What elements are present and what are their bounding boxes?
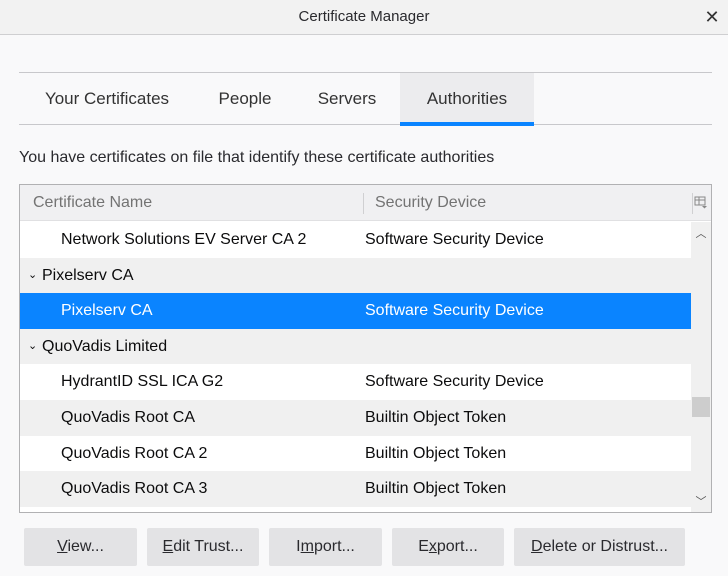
tab-people[interactable]: People — [195, 73, 295, 125]
security-device: Software Security Device — [365, 231, 544, 248]
chevron-down-icon[interactable]: ⌄ — [28, 329, 37, 365]
certificate-name: Pixelserv CA — [61, 302, 153, 320]
column-separator[interactable] — [692, 193, 693, 214]
group-row[interactable]: ⌄ Pixelserv CA — [20, 257, 691, 294]
certificate-tree[interactable]: Certificate Name Security Device Network… — [19, 184, 712, 513]
certificate-name: QuoVadis Root CA 3 — [61, 480, 208, 498]
column-separator[interactable] — [363, 193, 364, 214]
group-name: QuoVadis Limited — [42, 337, 168, 355]
certificate-name: HydrantID SSL ICA G2 — [61, 373, 224, 391]
tree-header: Certificate Name Security Device — [20, 185, 711, 221]
group-name: Pixelserv CA — [42, 266, 134, 284]
column-header-certificate-name[interactable]: Certificate Name — [33, 185, 152, 221]
export-button[interactable]: Export... — [392, 528, 504, 566]
table-row[interactable]: QuoVadis Root CA Builtin Object Token — [20, 399, 691, 436]
window-title: Certificate Manager — [298, 8, 430, 25]
import-button[interactable]: Import... — [269, 528, 382, 566]
scroll-down-icon[interactable]: ﹀ — [691, 494, 711, 510]
certificate-name: QuoVadis Root CA 2 — [61, 444, 208, 462]
tab-servers[interactable]: Servers — [295, 73, 399, 125]
edit-trust-button[interactable]: Edit Trust... — [147, 528, 259, 566]
group-row[interactable]: ⌄ QuoVadis Limited — [20, 328, 691, 365]
certificate-name: Network Solutions EV Server CA 2 — [61, 231, 307, 248]
tree-rows: Network Solutions EV Server CA 2 Softwar… — [20, 222, 691, 507]
tab-your-certificates[interactable]: Your Certificates — [19, 73, 195, 125]
security-device: Builtin Object Token — [365, 408, 507, 426]
table-row[interactable]: HydrantID SSL ICA G2 Software Security D… — [20, 364, 691, 400]
security-device: Software Security Device — [365, 302, 544, 320]
table-row-selected[interactable]: Pixelserv CA Software Security Device — [20, 293, 691, 329]
security-device: Builtin Object Token — [365, 444, 507, 462]
scroll-up-icon[interactable]: ︿ — [691, 226, 711, 242]
view-button[interactable]: View... — [24, 528, 137, 566]
security-device: Software Security Device — [365, 373, 544, 391]
table-row[interactable]: Network Solutions EV Server CA 2 Softwar… — [20, 222, 691, 258]
title-bar: Certificate Manager ✕ — [0, 0, 728, 35]
description-text: You have certificates on file that ident… — [19, 149, 495, 166]
tab-strip: Your Certificates People Servers Authori… — [19, 72, 712, 126]
close-icon[interactable]: ✕ — [700, 5, 724, 29]
tab-authorities[interactable]: Authorities — [400, 73, 534, 126]
table-row[interactable]: QuoVadis Root CA 2 Builtin Object Token — [20, 436, 691, 472]
delete-or-distrust-button[interactable]: Delete or Distrust... — [514, 528, 685, 566]
security-device: Builtin Object Token — [365, 480, 507, 498]
table-row[interactable]: QuoVadis Root CA 3 Builtin Object Token — [20, 471, 691, 507]
vertical-scrollbar[interactable]: ︿ ﹀ — [691, 222, 711, 512]
certificate-name: QuoVadis Root CA — [61, 408, 195, 426]
column-picker-icon[interactable] — [694, 195, 708, 209]
button-row: View... Edit Trust... Import... Export..… — [0, 528, 728, 566]
column-header-security-device[interactable]: Security Device — [375, 185, 486, 221]
chevron-down-icon[interactable]: ⌄ — [28, 258, 37, 294]
scrollbar-thumb[interactable] — [692, 397, 710, 417]
